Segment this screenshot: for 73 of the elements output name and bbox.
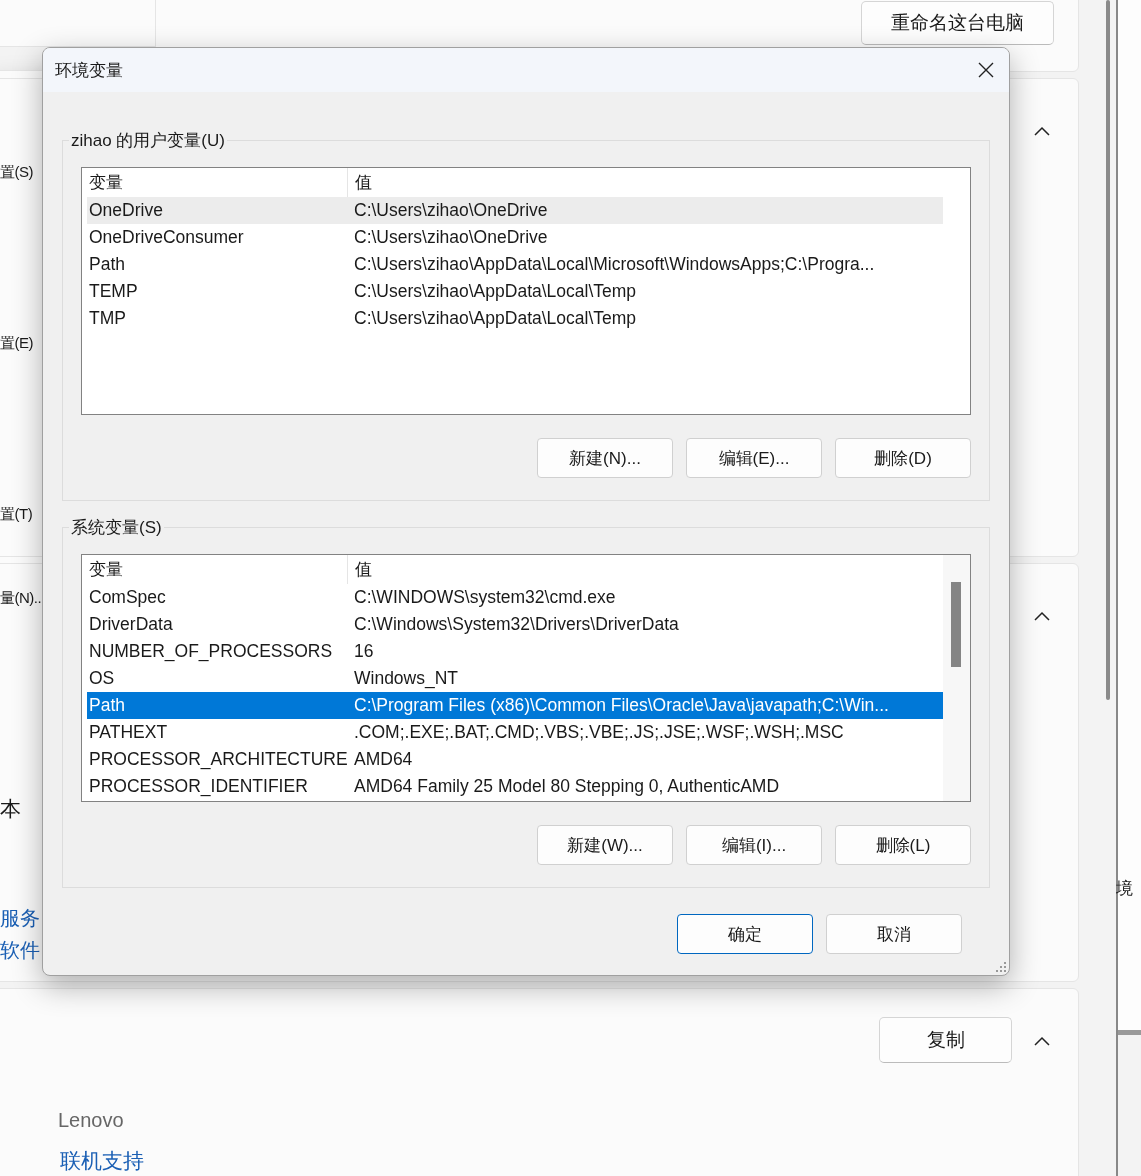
table-cell-text: C:\Users\zihao\OneDrive bbox=[353, 226, 549, 249]
table-cell-text: C:\WINDOWS\system32\cmd.exe bbox=[353, 586, 617, 609]
close-icon[interactable] bbox=[978, 62, 994, 78]
chevron-up-icon[interactable] bbox=[1034, 611, 1050, 621]
table-cell-text: PROCESSOR_ARCHITECTURE bbox=[88, 748, 347, 772]
list-row[interactable]: TMP C:\Users\zihao\AppData\Local\Temp bbox=[87, 305, 943, 332]
list-row[interactable]: NUMBER_OF_PROCESSORS 16 bbox=[87, 638, 943, 665]
table-cell-text: C:\Program Files (x86)\Common Files\Oracle\Java\javapath;C:\Win... bbox=[353, 694, 890, 717]
list-row[interactable]: PROCESSOR_ARCHITECTURE AMD64 bbox=[87, 746, 943, 773]
table-cell-text: C:\Users\zihao\OneDrive bbox=[353, 199, 549, 222]
rename-button[interactable]: 重命名这台电脑 bbox=[861, 1, 1054, 45]
table-cell-text: PROCESSOR_IDENTIFIER bbox=[88, 775, 309, 799]
window-text: 境 bbox=[1116, 878, 1133, 900]
table-cell-text: PATHEXT bbox=[88, 721, 169, 744]
table-cell-text: C:\Users\zihao\AppData\Local\Temp bbox=[353, 280, 638, 303]
list-row[interactable]: ComSpec C:\WINDOWS\system32\cmd.exe bbox=[87, 584, 943, 611]
table-cell-text: C:\Users\zihao\AppData\Local\Microsoft\WindowsApps;C:\Progra... bbox=[353, 253, 876, 276]
table-cell-text: OS bbox=[88, 667, 116, 690]
section-text: 本 bbox=[0, 796, 21, 822]
table-cell-text: ComSpec bbox=[88, 586, 167, 609]
list-row[interactable]: Path C:\Program Files (x86)\Common Files\Oracle\Java\javapath;C:\Win... bbox=[87, 692, 943, 719]
table-cell-text: .COM;.EXE;.BAT;.CMD;.VBS;.VBE;.JS;.JSE;.WSF;.WSH;.MSC bbox=[353, 721, 845, 744]
table-cell-text: AMD64 bbox=[353, 748, 414, 771]
support-link[interactable]: 联机支持 bbox=[60, 1147, 144, 1175]
table-cell-text: C:\Users\zihao\AppData\Local\Temp bbox=[353, 307, 638, 330]
variable-list[interactable] bbox=[81, 554, 971, 802]
chevron-up-icon[interactable] bbox=[1034, 126, 1050, 136]
table-cell-text: Windows_NT bbox=[353, 667, 460, 691]
link[interactable]: 服务 bbox=[0, 905, 40, 932]
list-row[interactable]: DriverData C:\Windows\System32\Drivers\DriverData bbox=[87, 611, 943, 638]
table-cell-text: TMP bbox=[88, 307, 127, 330]
scrollbar[interactable] bbox=[943, 555, 970, 801]
list-row[interactable]: OneDriveConsumer C:\Users\zihao\OneDrive bbox=[87, 224, 943, 251]
dialog-button[interactable]: 新建(N)... bbox=[537, 438, 673, 478]
group-label: 系统变量(S) bbox=[69, 516, 164, 539]
list-row[interactable]: PROCESSOR_IDENTIFIER AMD64 Family 25 Model 80 Stepping 0, AuthenticAMD bbox=[87, 773, 943, 800]
column-header[interactable]: 变量 bbox=[87, 555, 347, 584]
dialog-button[interactable]: 确定 bbox=[677, 914, 813, 954]
dialog-button[interactable]: 编辑(I)... bbox=[686, 825, 822, 865]
variable-list[interactable] bbox=[81, 167, 971, 415]
table-cell-text: DriverData bbox=[88, 613, 174, 636]
table-cell-text: 16 bbox=[353, 640, 375, 663]
table-cell-text: OneDriveConsumer bbox=[88, 226, 245, 249]
table-cell-text: Path bbox=[88, 694, 126, 717]
setting-label[interactable]: 置(S) bbox=[0, 163, 33, 182]
link[interactable]: 软件 bbox=[0, 937, 40, 964]
dialog-button[interactable]: 取消 bbox=[826, 914, 962, 954]
list-row[interactable]: OneDrive C:\Users\zihao\OneDrive bbox=[87, 197, 943, 224]
chevron-up-icon[interactable] bbox=[1034, 1036, 1050, 1046]
list-row[interactable]: TEMP C:\Users\zihao\AppData\Local\Temp bbox=[87, 278, 943, 305]
table-cell-text: TEMP bbox=[88, 280, 139, 303]
table-cell-text: AMD64 Family 25 Model 80 Stepping 0, AuthenticAMD bbox=[353, 775, 781, 798]
list-row[interactable]: Path C:\Users\zihao\AppData\Local\Microsoft\WindowsApps;C:\Progra... bbox=[87, 251, 943, 278]
setting-label[interactable]: 置(E) bbox=[0, 334, 33, 353]
dialog-button[interactable]: 新建(W)... bbox=[537, 825, 673, 865]
table-cell-text: NUMBER_OF_PROCESSORS bbox=[88, 640, 334, 664]
group-label: zihao 的用户变量(U) bbox=[69, 129, 227, 152]
list-row[interactable]: PATHEXT .COM;.EXE;.BAT;.CMD;.VBS;.VBE;.JS;.JSE;.WSF;.WSH;.MSC bbox=[87, 719, 943, 746]
dialog-button[interactable]: 删除(L) bbox=[835, 825, 971, 865]
window-title: 环境变量 bbox=[55, 59, 123, 82]
dialog-button[interactable]: 删除(D) bbox=[835, 438, 971, 478]
column-header[interactable]: 变量 bbox=[87, 168, 347, 197]
scrollbar[interactable] bbox=[1106, 0, 1110, 700]
table-cell-text: Path bbox=[88, 253, 126, 276]
dialog-button[interactable]: 编辑(E)... bbox=[686, 438, 822, 478]
setting-label[interactable]: 量(N).. bbox=[0, 589, 42, 608]
brand-text: Lenovo bbox=[58, 1109, 124, 1132]
setting-label[interactable]: 置(T) bbox=[0, 505, 33, 524]
resize-grip-icon[interactable] bbox=[996, 962, 1006, 972]
table-cell-text: OneDrive bbox=[88, 199, 164, 222]
list-row[interactable]: OS Windows_NT bbox=[87, 665, 943, 692]
copy-button[interactable]: 复制 bbox=[879, 1017, 1012, 1063]
table-cell-text: C:\Windows\System32\Drivers\DriverData bbox=[353, 613, 680, 636]
